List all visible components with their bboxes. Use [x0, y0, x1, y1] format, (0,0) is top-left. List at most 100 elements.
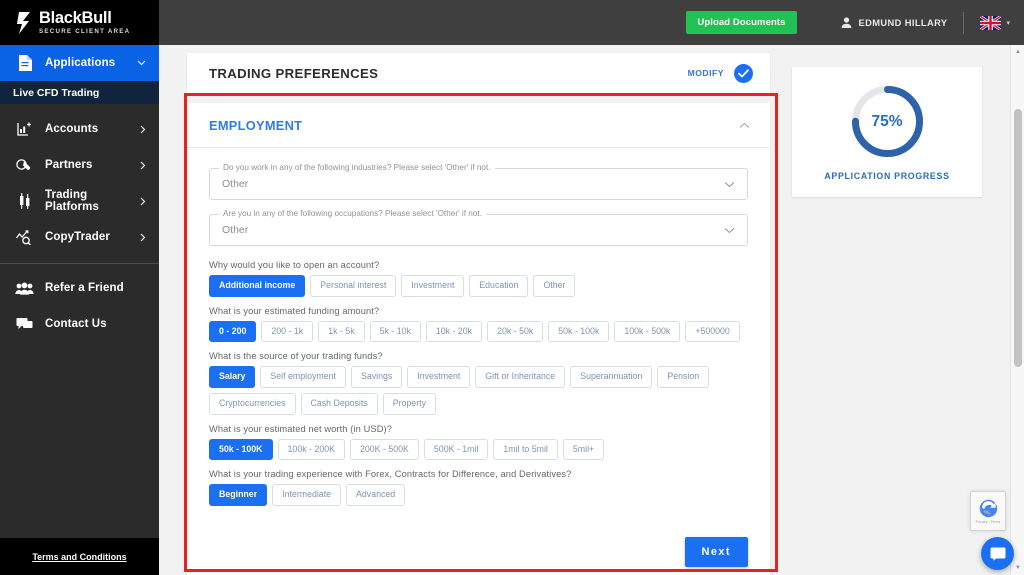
- option-chip[interactable]: +500000: [685, 320, 740, 343]
- question-group: What is your estimated net worth (in USD…: [209, 424, 748, 461]
- page-title: TRADING PREFERENCES: [209, 65, 379, 81]
- sidebar-item-label: CopyTrader: [45, 231, 110, 243]
- chevron-right-icon: [140, 233, 146, 242]
- chat-bubble-button[interactable]: [981, 537, 1014, 570]
- occupations-select[interactable]: Are you in any of the following occupati…: [209, 209, 748, 246]
- option-chip[interactable]: Cryptocurrencies: [209, 393, 296, 415]
- language-selector[interactable]: ▾: [980, 15, 1010, 30]
- option-chip[interactable]: Salary: [209, 366, 256, 389]
- occupations-select-value: Other: [222, 224, 249, 236]
- option-chip-group: Salary Self employment Savings Investment Gi…: [209, 366, 748, 415]
- option-chip[interactable]: 200K - 500K: [349, 438, 419, 461]
- option-chip[interactable]: Superannuation: [570, 366, 653, 389]
- sidebar-item-applications[interactable]: Applications: [0, 45, 159, 81]
- option-chip[interactable]: 0 - 200: [209, 320, 257, 343]
- option-chip[interactable]: Property: [382, 393, 436, 415]
- option-chip[interactable]: 1k - 5k: [318, 320, 365, 343]
- option-chip[interactable]: Pension: [657, 366, 710, 389]
- option-chip[interactable]: Savings: [350, 366, 403, 389]
- option-chip-group: 50k - 100K 100k - 200K 200K - 500K 500K - 1…: [209, 438, 748, 461]
- option-chip[interactable]: 50k - 100K: [209, 438, 273, 461]
- sidebar-item-accounts[interactable]: Accounts: [0, 111, 159, 147]
- option-chip[interactable]: 100k - 200K: [277, 438, 345, 461]
- sidebar-subitem-live-cfd-trading[interactable]: Live CFD Trading: [0, 81, 159, 104]
- user-name: EDMUND HILLARY: [858, 17, 948, 28]
- progress-caption: APPLICATION PROGRESS: [824, 171, 950, 181]
- topbar-divider: [963, 11, 965, 34]
- option-chip[interactable]: 50k - 100k: [548, 320, 610, 343]
- option-chip-group: Beginner Intermediate Advanced: [209, 484, 748, 507]
- option-chip[interactable]: 500K - 1mil: [423, 438, 489, 461]
- option-chip[interactable]: Investment: [407, 366, 471, 389]
- chevron-down-icon: [137, 60, 146, 66]
- option-chip[interactable]: Investment: [401, 275, 465, 297]
- option-chip[interactable]: Other: [533, 275, 576, 297]
- sidebar-item-partners[interactable]: Partners: [0, 147, 159, 183]
- recaptcha-badge[interactable]: Privacy - Terms: [970, 491, 1006, 531]
- option-chip[interactable]: Education: [469, 275, 529, 297]
- sidebar-item-copytrader[interactable]: CopyTrader: [0, 219, 159, 255]
- sidebar-item-label: Partners: [45, 159, 93, 171]
- terms-and-conditions-link[interactable]: Terms and Conditions: [32, 552, 126, 562]
- uk-flag-icon: [980, 15, 1002, 30]
- progress-ring: 75%: [849, 83, 926, 160]
- option-chip[interactable]: 200 - 1k: [261, 320, 314, 343]
- option-chip[interactable]: Advanced: [346, 484, 406, 507]
- vertical-scrollbar[interactable]: ▲ ▼: [1010, 45, 1024, 575]
- option-chip[interactable]: Gift or Inheritance: [475, 366, 566, 389]
- chevron-down-icon: [724, 181, 735, 188]
- recaptcha-label: Privacy - Terms: [975, 519, 1001, 524]
- scroll-down-arrow[interactable]: ▼: [1011, 561, 1024, 575]
- chevron-right-icon: [140, 161, 146, 170]
- occupations-select-label: Are you in any of the following occupati…: [219, 209, 486, 218]
- option-chip[interactable]: Cash Deposits: [300, 393, 378, 415]
- sidebar-item-label: Contact Us: [45, 318, 107, 330]
- next-button[interactable]: Next: [684, 537, 748, 568]
- chart-plus-icon: [15, 122, 34, 137]
- industries-select[interactable]: Do you work in any of the following indu…: [209, 163, 748, 200]
- next-row: Next: [187, 515, 770, 568]
- option-chip[interactable]: Personal interest: [310, 275, 397, 297]
- sidebar-item-trading-platforms[interactable]: Trading Platforms: [0, 183, 159, 219]
- question-group: Why would you like to open an account? Ad…: [209, 260, 748, 297]
- candlestick-icon: [15, 193, 34, 209]
- sidebar-item-refer-a-friend[interactable]: Refer a Friend: [0, 270, 159, 306]
- user-menu[interactable]: EDMUND HILLARY: [841, 17, 948, 28]
- sidebar-item-label: Accounts: [45, 123, 99, 135]
- document-icon: [15, 55, 34, 71]
- handshake-icon: [15, 158, 34, 173]
- option-chip[interactable]: Self employment: [260, 366, 346, 389]
- scrollbar-thumb[interactable]: [1014, 109, 1022, 367]
- option-chip[interactable]: Intermediate: [272, 484, 342, 507]
- employment-header[interactable]: EMPLOYMENT: [187, 103, 770, 148]
- upload-documents-button[interactable]: Upload Documents: [686, 11, 797, 34]
- sidebar: BlackBull SECURE CLIENT AREA Application…: [0, 0, 159, 575]
- option-chip[interactable]: 5mil+: [562, 438, 605, 461]
- modify-link[interactable]: MODIFY: [688, 68, 724, 78]
- people-icon: [15, 282, 34, 295]
- check-circle-icon[interactable]: [734, 63, 753, 83]
- sidebar-item-contact-us[interactable]: Contact Us: [0, 306, 159, 342]
- chevron-up-icon[interactable]: [739, 116, 750, 134]
- brand-logo[interactable]: BlackBull SECURE CLIENT AREA: [0, 0, 159, 45]
- question-label: What is your trading experience with For…: [209, 469, 572, 480]
- option-chip[interactable]: 1mil to 5mil: [493, 438, 558, 461]
- application-progress-card: 75% APPLICATION PROGRESS: [792, 67, 982, 197]
- main-content: TRADING PREFERENCES MODIFY EMPLOYMENT Do…: [159, 45, 1024, 575]
- chevron-down-icon: [724, 227, 735, 234]
- option-chip[interactable]: 100k - 500k: [614, 320, 681, 343]
- scroll-up-arrow[interactable]: ▲: [1011, 45, 1024, 59]
- sidebar-subitem-label: Live CFD Trading: [13, 86, 100, 99]
- option-chip[interactable]: Beginner: [209, 484, 268, 507]
- section-title: EMPLOYMENT: [209, 117, 303, 133]
- progress-column: 75% APPLICATION PROGRESS: [792, 53, 982, 575]
- progress-percent: 75%: [871, 112, 903, 130]
- industries-select-label: Do you work in any of the following indu…: [219, 163, 495, 172]
- option-chip[interactable]: 10k - 20k: [425, 320, 483, 343]
- sidebar-divider: [0, 263, 159, 264]
- option-chip[interactable]: Additional income: [209, 275, 306, 297]
- sidebar-item-label: Refer a Friend: [45, 282, 124, 294]
- option-chip[interactable]: 20k - 50k: [487, 320, 544, 343]
- chevron-right-icon: [140, 125, 146, 134]
- option-chip[interactable]: 5k - 10k: [369, 320, 421, 343]
